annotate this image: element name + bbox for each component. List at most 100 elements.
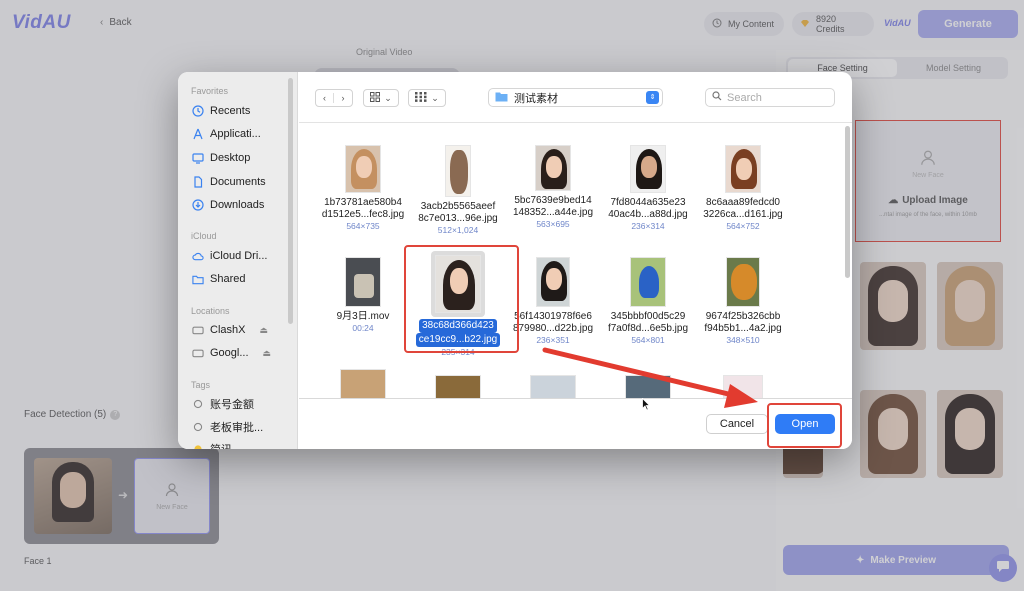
tag-circle-icon xyxy=(192,398,204,410)
file-item[interactable]: 9月3日.mov 00:24 xyxy=(308,257,418,334)
file-name: 5bc7639e9bed14 xyxy=(514,195,592,206)
file-name: f94b5b1...4a2.jpg xyxy=(704,323,782,334)
sidebar-item-tag[interactable]: 老板审批... xyxy=(192,418,263,436)
file-dimensions: 564×801 xyxy=(631,335,665,345)
sidebar-heading-icloud: iCloud xyxy=(191,231,217,241)
selected-thumbnail-frame xyxy=(431,251,485,317)
file-item[interactable]: 8c6aaa89fedcd0 3226ca...d161.jpg 564×752 xyxy=(688,145,798,232)
file-name: 9674f25b326cbb xyxy=(705,311,781,322)
file-thumbnail xyxy=(340,369,386,398)
chevron-right-icon[interactable]: › xyxy=(334,93,352,103)
file-thumbnail xyxy=(445,145,471,197)
file-name: 345bbbf00d5c29 xyxy=(610,311,686,322)
tag-circle-icon xyxy=(192,443,204,449)
document-icon xyxy=(192,176,204,188)
file-dimensions: 512×1,024 xyxy=(437,225,479,235)
file-name-selected: 38c68d366d423 xyxy=(403,319,513,333)
file-item[interactable] xyxy=(688,375,798,398)
file-item[interactable]: 9674f25b326cbb f94b5b1...4a2.jpg 348×510 xyxy=(688,257,798,346)
file-thumbnail xyxy=(536,257,570,307)
sidebar-item-desktop[interactable]: Desktop xyxy=(192,149,250,167)
applications-icon xyxy=(192,128,204,140)
sidebar-heading-favorites: Favorites xyxy=(191,86,229,96)
sidebar-item-shared[interactable]: Shared xyxy=(192,270,245,288)
file-thumbnail xyxy=(435,255,481,313)
file-item[interactable]: 345bbbf00d5c29 f7a0f8d...6e5b.jpg 564×80… xyxy=(593,257,703,346)
file-item[interactable]: 56f14301978f6e6 879980...d22b.jpg 236×35… xyxy=(498,257,608,346)
sidebar-item-applications[interactable]: Applicati... xyxy=(192,125,261,143)
sidebar-item-recents[interactable]: Recents xyxy=(192,102,250,120)
file-dimensions: 00:24 xyxy=(352,323,374,333)
eject-icon[interactable]: ⏏ xyxy=(263,348,272,359)
download-icon xyxy=(192,199,204,211)
file-item[interactable] xyxy=(498,375,608,398)
sidebar-item-downloads[interactable]: Downloads xyxy=(192,196,264,214)
file-name: 3acb2b5565aeef xyxy=(420,201,496,212)
drive-icon xyxy=(192,347,204,359)
group-grid-icon xyxy=(415,92,427,104)
file-name: d1512e5...fec8.jpg xyxy=(321,209,405,220)
file-name: 879980...d22b.jpg xyxy=(512,323,594,334)
cancel-button[interactable]: Cancel xyxy=(706,414,768,434)
file-dimensions: 348×510 xyxy=(726,335,760,345)
file-item-selected[interactable]: 38c68d366d423 ce19cc9...b22.jpg 235×314 xyxy=(403,251,513,358)
file-dimensions: 563×695 xyxy=(536,219,570,229)
file-grid-scrollbar[interactable] xyxy=(845,126,850,278)
view-mode-button[interactable]: ⌄ xyxy=(363,89,399,107)
tag-circle-icon xyxy=(192,421,204,433)
file-item[interactable] xyxy=(308,369,418,398)
sidebar-item-documents[interactable]: Documents xyxy=(192,173,266,191)
folder-location-select[interactable]: 测试素材 ⇕ xyxy=(488,88,663,107)
file-name-selected: ce19cc9...b22.jpg xyxy=(403,333,513,347)
sidebar-scrollbar[interactable] xyxy=(288,78,293,324)
group-by-button[interactable]: ⌄ xyxy=(408,89,446,107)
file-thumbnail xyxy=(435,375,481,398)
file-item[interactable] xyxy=(403,375,513,398)
file-thumbnail xyxy=(625,375,671,398)
cloud-icon xyxy=(192,250,204,262)
chevron-left-icon[interactable]: ‹ xyxy=(316,93,334,103)
file-item[interactable]: 3acb2b5565aeef 8c7e013...96e.jpg 512×1,0… xyxy=(403,145,513,236)
sidebar-item-google-drive[interactable]: Googl... ⏏ xyxy=(192,344,271,362)
file-thumbnail xyxy=(345,145,381,193)
folder-name: 测试素材 xyxy=(514,92,558,105)
file-name: 8c6aaa89fedcd0 xyxy=(706,197,780,208)
file-thumbnail xyxy=(630,145,666,193)
file-thumbnail xyxy=(723,375,763,398)
drive-icon xyxy=(192,324,204,336)
chevron-down-icon: ⌄ xyxy=(431,92,439,103)
file-name: f7a0f8d...6e5b.jpg xyxy=(607,323,689,334)
search-field[interactable]: Search xyxy=(705,88,835,107)
back-forward-buttons[interactable]: ‹ › xyxy=(315,89,353,107)
shared-folder-icon xyxy=(192,273,204,285)
file-dimensions: 235×314 xyxy=(441,347,475,357)
file-name: 9月3日.mov xyxy=(336,311,390,322)
file-name: 56f14301978f6e6 xyxy=(514,311,592,322)
chevron-down-icon: ⌄ xyxy=(384,92,392,103)
clock-icon xyxy=(192,105,204,117)
file-dimensions: 564×735 xyxy=(346,221,380,231)
open-button[interactable]: Open xyxy=(775,414,835,434)
file-name: 148352...a44e.jpg xyxy=(512,207,594,218)
sidebar-heading-tags: Tags xyxy=(191,380,211,390)
sidebar-item-icloud-drive[interactable]: iCloud Dri... xyxy=(192,247,267,265)
search-icon xyxy=(712,91,722,104)
mouse-cursor-icon xyxy=(642,397,651,414)
desktop-icon xyxy=(192,152,204,164)
file-item[interactable] xyxy=(593,375,703,398)
sidebar-heading-locations: Locations xyxy=(191,306,230,316)
file-item[interactable]: 7fd8044a635e23 40ac4b...a88d.jpg 236×314 xyxy=(593,145,703,232)
up-down-chevron-icon: ⇕ xyxy=(646,91,659,104)
file-thumbnail xyxy=(530,375,576,398)
eject-icon[interactable]: ⏏ xyxy=(259,325,268,336)
file-name: ce19cc9...b22.jpg xyxy=(415,333,501,347)
sidebar-item-clashx[interactable]: ClashX ⏏ xyxy=(192,321,268,339)
file-grid: 1b73781ae580b4 d1512e5...fec8.jpg 564×73… xyxy=(299,122,852,398)
file-name: 40ac4b...a88d.jpg xyxy=(608,209,688,220)
sidebar-item-tag[interactable]: 简讯 xyxy=(192,440,232,449)
file-item[interactable]: 1b73781ae580b4 d1512e5...fec8.jpg 564×73… xyxy=(308,145,418,232)
dialog-sidebar: Favorites Recents Applicati... Desktop D… xyxy=(178,72,298,449)
file-item[interactable]: 5bc7639e9bed14 148352...a44e.jpg 563×695 xyxy=(498,145,608,230)
file-thumbnail xyxy=(725,145,761,193)
sidebar-item-tag[interactable]: 账号金额 xyxy=(192,395,254,413)
